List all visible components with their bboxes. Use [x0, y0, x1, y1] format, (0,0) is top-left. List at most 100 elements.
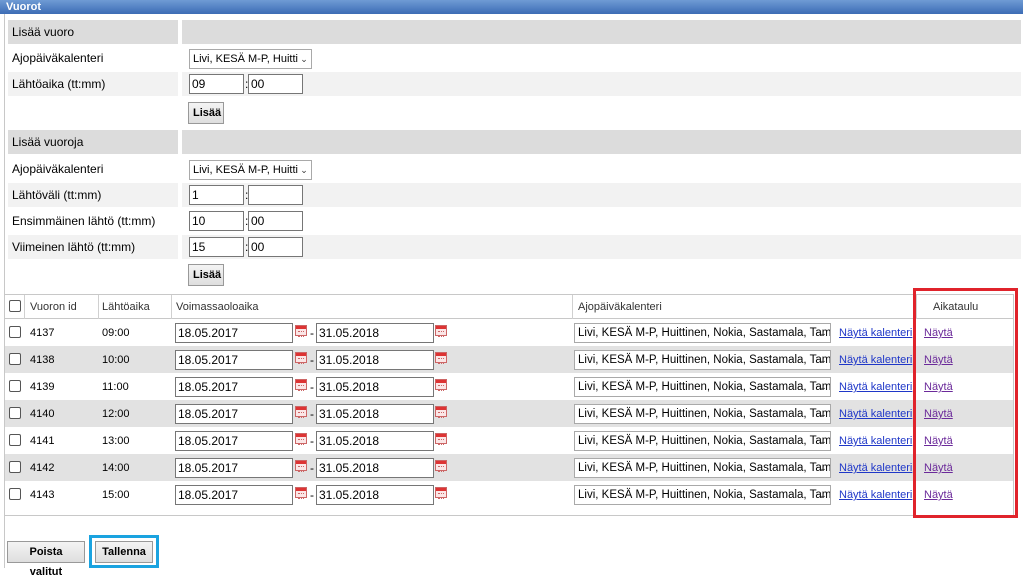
add-shift-calendar-select[interactable]: Livi, KESÄ M-P, Huitti ⌄ — [189, 49, 312, 69]
shifts-table: Vuoron id Lähtöaika Voimassaoloaika Ajop… — [4, 294, 1014, 516]
show-schedule-link[interactable]: Näytä — [924, 435, 953, 447]
valid-to-input[interactable]: 31.05.2018 — [316, 404, 434, 424]
chevron-down-icon: ⌄ — [819, 436, 827, 446]
add-shift-button[interactable]: Lisää — [188, 102, 224, 124]
calendar-icon[interactable] — [295, 352, 307, 364]
valid-from-input[interactable]: 18.05.2017 — [175, 431, 293, 451]
save-button[interactable]: Tallenna — [95, 541, 153, 563]
calendar-icon[interactable] — [295, 460, 307, 472]
valid-from-input[interactable]: 18.05.2017 — [175, 485, 293, 505]
departure-time: 09:00 — [102, 326, 130, 339]
valid-from-input[interactable]: 18.05.2017 — [175, 323, 293, 343]
add-shift-calendar-row: Ajopäiväkalenteri Livi, KESÄ M-P, Huitti… — [4, 46, 1021, 70]
row-calendar-select[interactable]: Livi, KESÄ M-P, Huittinen, Nokia, Sastam… — [574, 431, 831, 451]
valid-to-input[interactable]: 31.05.2018 — [316, 350, 434, 370]
calendar-icon[interactable] — [435, 487, 447, 499]
valid-from-input[interactable]: 18.05.2017 — [175, 404, 293, 424]
calendar-icon[interactable] — [435, 460, 447, 472]
row-checkbox[interactable] — [9, 380, 21, 392]
show-schedule-link[interactable]: Näytä — [924, 489, 953, 501]
show-schedule-link[interactable]: Näytä — [924, 381, 953, 393]
select-all-checkbox[interactable] — [9, 300, 21, 312]
calendar-icon[interactable] — [295, 433, 307, 445]
show-calendar-link[interactable]: Näytä kalenteri — [839, 327, 912, 339]
table-header-row: Vuoron id Lähtöaika Voimassaoloaika Ajop… — [5, 295, 1013, 319]
show-schedule-link[interactable]: Näytä — [924, 462, 953, 474]
shift-id: 4143 — [30, 488, 55, 501]
row-checkbox[interactable] — [9, 488, 21, 500]
calendar-icon[interactable] — [295, 379, 307, 391]
row-calendar-select[interactable]: Livi, KESÄ M-P, Huittinen, Nokia, Sastam… — [574, 377, 831, 397]
departure-time: 15:00 — [102, 488, 130, 501]
calendar-icon[interactable] — [295, 406, 307, 418]
show-calendar-link[interactable]: Näytä kalenteri — [839, 408, 912, 420]
row-calendar-select[interactable]: Livi, KESÄ M-P, Huittinen, Nokia, Sastam… — [574, 458, 831, 478]
last-hour-input[interactable]: 15 — [189, 237, 244, 257]
show-calendar-link[interactable]: Näytä kalenteri — [839, 435, 912, 447]
delete-selected-button[interactable]: Poista valitut — [7, 541, 85, 578]
show-calendar-link[interactable]: Näytä kalenteri — [839, 354, 912, 366]
valid-to-input[interactable]: 31.05.2018 — [316, 323, 434, 343]
row-checkbox[interactable] — [9, 353, 21, 365]
last-minute-input[interactable]: 00 — [248, 237, 303, 257]
valid-to-input[interactable]: 31.05.2018 — [316, 431, 434, 451]
valid-to-input[interactable]: 31.05.2018 — [316, 458, 434, 478]
column-header-calendar: Ajopäiväkalenteri — [578, 300, 662, 313]
add-shifts-calendar-row: Ajopäiväkalenteri Livi, KESÄ M-P, Huitti… — [4, 157, 1021, 181]
calendar-icon[interactable] — [295, 325, 307, 337]
calendar-icon[interactable] — [435, 406, 447, 418]
shift-id: 4138 — [30, 353, 55, 366]
show-schedule-link[interactable]: Näytä — [924, 354, 953, 366]
show-schedule-link[interactable]: Näytä — [924, 408, 953, 420]
show-calendar-link[interactable]: Näytä kalenteri — [839, 489, 912, 501]
shift-id: 4137 — [30, 326, 55, 339]
valid-from-input[interactable]: 18.05.2017 — [175, 377, 293, 397]
interval-minute-input[interactable] — [248, 185, 303, 205]
add-shift-time-row: Lähtöaika (tt:mm) 09 : 00 — [4, 72, 1021, 96]
valid-from-input[interactable]: 18.05.2017 — [175, 458, 293, 478]
row-calendar-select[interactable]: Livi, KESÄ M-P, Huittinen, Nokia, Sastam… — [574, 485, 831, 505]
row-calendar-select[interactable]: Livi, KESÄ M-P, Huittinen, Nokia, Sastam… — [574, 350, 831, 370]
chevron-down-icon: ⌄ — [819, 490, 827, 500]
calendar-icon[interactable] — [435, 433, 447, 445]
calendar-icon[interactable] — [435, 325, 447, 337]
valid-to-input[interactable]: 31.05.2018 — [316, 377, 434, 397]
interval-hour-input[interactable]: 1 — [189, 185, 244, 205]
show-calendar-link[interactable]: Näytä kalenteri — [839, 462, 912, 474]
chevron-down-icon: ⌄ — [300, 165, 308, 175]
shift-id: 4140 — [30, 407, 55, 420]
row-calendar-select[interactable]: Livi, KESÄ M-P, Huittinen, Nokia, Sastam… — [574, 404, 831, 424]
calendar-icon[interactable] — [295, 487, 307, 499]
chevron-down-icon: ⌄ — [819, 409, 827, 419]
show-schedule-link[interactable]: Näytä — [924, 327, 953, 339]
row-calendar-select[interactable]: Livi, KESÄ M-P, Huittinen, Nokia, Sastam… — [574, 323, 831, 343]
row-checkbox[interactable] — [9, 434, 21, 446]
table-row: 4140 12:00 18.05.2017-31.05.2018 Livi, KESÄ… — [5, 400, 1013, 427]
table-row: 4141 13:00 18.05.2017-31.05.2018 Livi, KESÄ… — [5, 427, 1013, 454]
show-calendar-link[interactable]: Näytä kalenteri — [839, 381, 912, 393]
shift-id: 4142 — [30, 461, 55, 474]
add-shifts-section-header: Lisää vuoroja — [8, 130, 1021, 154]
calendar-icon[interactable] — [435, 379, 447, 391]
add-shifts-first-row: Ensimmäinen lähtö (tt:mm) 10 : 00 — [4, 209, 1021, 233]
departure-time: 12:00 — [102, 407, 130, 420]
window-title: Vuorot — [0, 0, 1023, 14]
add-shift-header: Lisää vuoro — [8, 20, 178, 44]
add-shift-calendar-label: Ajopäiväkalenteri — [12, 51, 104, 65]
add-shifts-first-label: Ensimmäinen lähtö (tt:mm) — [12, 214, 156, 228]
first-minute-input[interactable]: 00 — [248, 211, 303, 231]
table-row: 4138 10:00 18.05.2017-31.05.2018 Livi, KESÄ… — [5, 346, 1013, 373]
row-checkbox[interactable] — [9, 326, 21, 338]
calendar-icon[interactable] — [435, 352, 447, 364]
add-shifts-button[interactable]: Lisää — [188, 264, 224, 286]
column-header-time: Lähtöaika — [102, 300, 150, 313]
valid-from-input[interactable]: 18.05.2017 — [175, 350, 293, 370]
add-shift-hour-input[interactable]: 09 — [189, 74, 244, 94]
valid-to-input[interactable]: 31.05.2018 — [316, 485, 434, 505]
first-hour-input[interactable]: 10 — [189, 211, 244, 231]
row-checkbox[interactable] — [9, 461, 21, 473]
add-shifts-last-label: Viimeinen lähtö (tt:mm) — [8, 235, 178, 259]
add-shift-minute-input[interactable]: 00 — [248, 74, 303, 94]
row-checkbox[interactable] — [9, 407, 21, 419]
add-shifts-calendar-select[interactable]: Livi, KESÄ M-P, Huitti ⌄ — [189, 160, 312, 180]
